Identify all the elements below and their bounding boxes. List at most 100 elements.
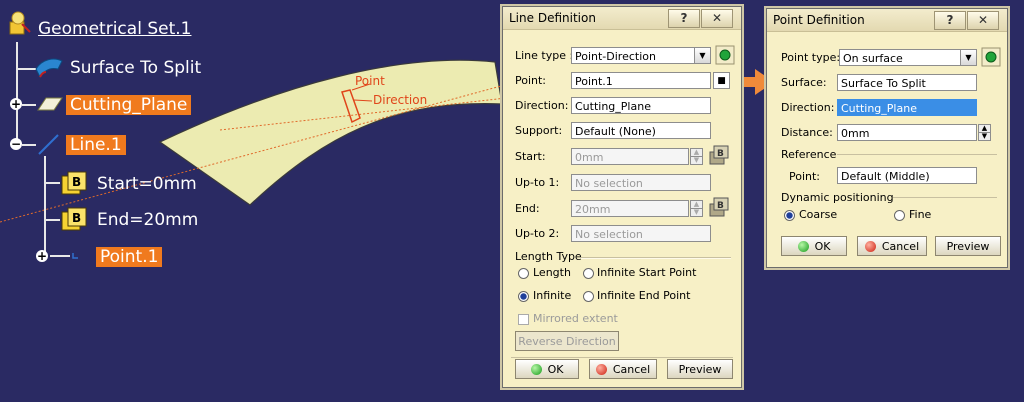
dialog-title: Point Definition bbox=[773, 13, 865, 27]
upto1-field[interactable]: No selection bbox=[571, 174, 711, 191]
tree-item-end[interactable]: End=20mm bbox=[97, 210, 198, 230]
surface-field[interactable]: Surface To Split bbox=[837, 74, 977, 91]
distance-label: Distance: bbox=[781, 126, 833, 139]
radio-infinite-start[interactable] bbox=[583, 268, 594, 279]
radio-fine[interactable] bbox=[894, 210, 905, 221]
radio-infinite[interactable] bbox=[518, 291, 529, 302]
reverse-direction-button[interactable]: Reverse Direction bbox=[515, 331, 619, 351]
ok-button[interactable]: OK bbox=[515, 359, 579, 379]
tree-connector bbox=[44, 156, 46, 256]
direction-label: Direction: bbox=[781, 101, 835, 114]
divider bbox=[837, 154, 997, 155]
tree-connector bbox=[16, 42, 18, 146]
support-field[interactable]: Default (None) bbox=[571, 122, 711, 139]
reference-point-field[interactable]: Default (Middle) bbox=[837, 167, 977, 184]
dialog-title: Line Definition bbox=[509, 11, 596, 25]
tree-connector bbox=[44, 219, 60, 221]
cancel-button[interactable]: Cancel bbox=[589, 359, 657, 379]
start-label: Start: bbox=[515, 150, 546, 163]
surface-icon bbox=[35, 58, 63, 78]
point-definition-dialog: Point Definition ? ✕ Point type: On surf… bbox=[766, 8, 1008, 268]
point-type-label: Point type: bbox=[781, 51, 841, 64]
reference-heading: Reference bbox=[781, 148, 837, 161]
direction-field[interactable]: Cutting_Plane bbox=[837, 99, 977, 116]
support-label: Support: bbox=[515, 124, 563, 137]
upto2-field[interactable]: No selection bbox=[571, 225, 711, 242]
ok-button[interactable]: OK bbox=[781, 236, 847, 256]
tree-connector bbox=[22, 144, 36, 146]
tree-connector bbox=[22, 104, 36, 106]
cancel-label: Cancel bbox=[612, 363, 651, 376]
collapse-minus-icon[interactable]: − bbox=[10, 138, 22, 150]
chevron-down-icon[interactable]: ▼ bbox=[960, 50, 976, 65]
cancel-button[interactable]: Cancel bbox=[857, 236, 927, 256]
preview-button[interactable]: Preview bbox=[935, 236, 1001, 256]
point-field[interactable]: Point.1 bbox=[571, 72, 711, 89]
point-type-combo[interactable]: On surface ▼ bbox=[839, 49, 977, 66]
spin-down-icon[interactable]: ▼ bbox=[691, 209, 702, 216]
radio-length[interactable] bbox=[518, 268, 529, 279]
expand-plus-icon[interactable]: + bbox=[36, 250, 48, 262]
start-field[interactable]: 0mm bbox=[571, 148, 689, 165]
spin-down-icon[interactable]: ▼ bbox=[979, 133, 990, 140]
tree-item-line[interactable]: Line.1 bbox=[66, 135, 126, 155]
distance-spinner[interactable]: ▲ ▼ bbox=[978, 124, 991, 141]
ok-label: OK bbox=[547, 363, 564, 376]
preview-button[interactable]: Preview bbox=[667, 359, 733, 379]
point-definition-titlebar[interactable]: Point Definition ? ✕ bbox=[767, 9, 1007, 32]
svg-text:B: B bbox=[72, 175, 81, 189]
measure-icon[interactable]: B bbox=[708, 144, 730, 166]
line-definition-titlebar[interactable]: Line Definition ? ✕ bbox=[503, 7, 741, 30]
parameter-icon: B bbox=[61, 171, 87, 195]
measure-icon[interactable]: B bbox=[708, 196, 730, 218]
cancel-label: Cancel bbox=[881, 240, 920, 253]
spin-down-icon[interactable]: ▼ bbox=[691, 157, 702, 164]
direction-field[interactable]: Cutting_Plane bbox=[571, 97, 711, 114]
tree-item-surface-to-split[interactable]: Surface To Split bbox=[70, 58, 201, 78]
start-spinner[interactable]: ▲ ▼ bbox=[690, 148, 703, 165]
mirrored-extent-label: Mirrored extent bbox=[533, 312, 618, 325]
help-button[interactable]: ? bbox=[934, 11, 966, 30]
radio-length-label: Length bbox=[533, 266, 571, 279]
parameter-icon: B bbox=[61, 207, 87, 231]
end-label: End: bbox=[515, 202, 540, 215]
divider bbox=[581, 258, 731, 259]
point-label: Point: bbox=[515, 74, 547, 87]
lock-icon[interactable] bbox=[715, 45, 735, 65]
tree-item-geometrical-set[interactable]: Geometrical Set.1 bbox=[38, 19, 191, 39]
point-annotation: Point bbox=[355, 74, 385, 88]
close-button[interactable]: ✕ bbox=[701, 9, 733, 28]
help-button[interactable]: ? bbox=[668, 9, 700, 28]
mirrored-extent-checkbox[interactable] bbox=[518, 314, 529, 325]
line-type-value: Point-Direction bbox=[575, 50, 656, 63]
lock-icon[interactable] bbox=[981, 47, 1001, 67]
svg-text:B: B bbox=[72, 211, 81, 225]
ok-icon bbox=[797, 241, 809, 252]
svg-text:B: B bbox=[717, 201, 724, 211]
upto2-label: Up-to 2: bbox=[515, 227, 560, 240]
point-type-value: On surface bbox=[843, 52, 903, 65]
distance-field[interactable]: 0mm bbox=[837, 124, 977, 141]
ok-icon bbox=[530, 364, 542, 375]
upto1-label: Up-to 1: bbox=[515, 176, 560, 189]
radio-fine-label: Fine bbox=[909, 208, 932, 221]
radio-coarse-label: Coarse bbox=[799, 208, 838, 221]
tree-connector bbox=[44, 182, 60, 184]
tree-item-start[interactable]: Start=0mm bbox=[97, 174, 197, 194]
tree-connector bbox=[50, 255, 70, 257]
close-button[interactable]: ✕ bbox=[967, 11, 999, 30]
radio-coarse[interactable] bbox=[784, 210, 795, 221]
length-type-heading: Length Type bbox=[515, 250, 582, 263]
end-field[interactable]: 20mm bbox=[571, 200, 689, 217]
radio-infinite-end[interactable] bbox=[583, 291, 594, 302]
tree-item-point[interactable]: Point.1 bbox=[96, 247, 163, 267]
geometrical-set-icon bbox=[9, 11, 31, 35]
line-type-combo[interactable]: Point-Direction ▼ bbox=[571, 47, 711, 64]
end-spinner[interactable]: ▲ ▼ bbox=[690, 200, 703, 217]
ok-label: OK bbox=[814, 240, 831, 253]
chevron-down-icon[interactable]: ▼ bbox=[694, 48, 710, 63]
point-selector-button[interactable]: ■ bbox=[713, 72, 730, 89]
direction-label: Direction: bbox=[515, 99, 569, 112]
expand-plus-icon[interactable]: + bbox=[10, 98, 22, 110]
tree-item-cutting-plane[interactable]: Cutting_Plane bbox=[66, 95, 192, 115]
